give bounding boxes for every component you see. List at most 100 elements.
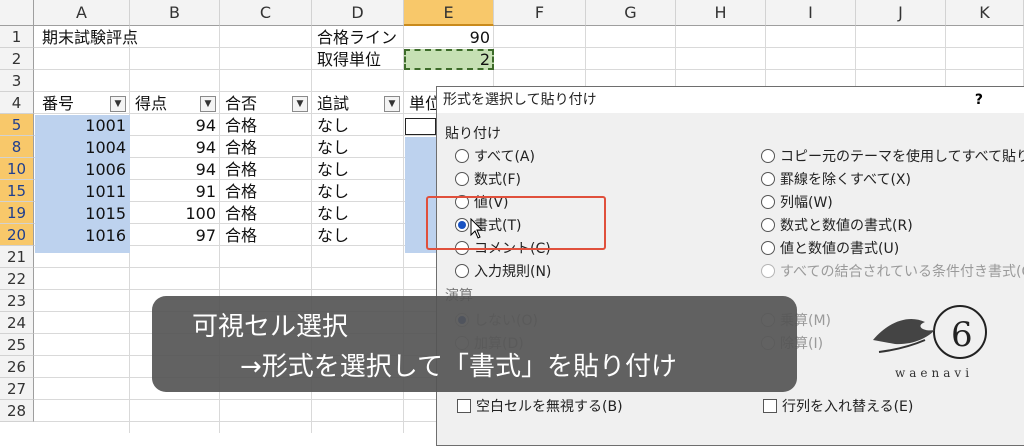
checkbox-icon bbox=[763, 399, 777, 413]
cell-id[interactable]: 1006 bbox=[34, 159, 130, 180]
filter-dropdown-icon[interactable]: ▼ bbox=[384, 96, 400, 112]
column-header-f[interactable]: F bbox=[494, 0, 586, 26]
dialog-title: 形式を選択して貼り付け bbox=[437, 87, 1024, 113]
row-header[interactable]: 3 bbox=[0, 70, 34, 92]
cell-id[interactable]: 1001 bbox=[34, 115, 130, 136]
cell-score[interactable]: 94 bbox=[130, 137, 220, 158]
column-header-k[interactable]: K bbox=[946, 0, 1024, 26]
row-header[interactable]: 8 bbox=[0, 136, 34, 158]
sheet-title[interactable]: 期末試験評点 bbox=[38, 27, 142, 48]
row-header[interactable]: 10 bbox=[0, 158, 34, 180]
cell-result[interactable]: 合格 bbox=[221, 225, 311, 246]
radio-label: 罫線を除くすべて(X) bbox=[780, 172, 911, 188]
pass-line-value[interactable]: 90 bbox=[404, 27, 494, 48]
waenavi-logo: 6 waenavi bbox=[865, 300, 1005, 390]
column-header-d[interactable]: D bbox=[312, 0, 404, 26]
cell-score[interactable]: 94 bbox=[130, 115, 220, 136]
radio-option[interactable]: すべて(A) bbox=[455, 147, 535, 167]
cell-retest[interactable]: なし bbox=[313, 159, 403, 180]
transpose-checkbox[interactable]: 行列を入れ替える(E) bbox=[763, 397, 913, 417]
row-header[interactable]: 20 bbox=[0, 224, 34, 246]
column-header-a[interactable]: A bbox=[34, 0, 130, 26]
filter-active-icon[interactable]: ▼ bbox=[292, 96, 308, 112]
cell-score[interactable]: 94 bbox=[130, 159, 220, 180]
radio-label: 数式と数値の書式(R) bbox=[780, 218, 913, 234]
radio-icon bbox=[455, 172, 469, 186]
radio-option[interactable]: 罫線を除くすべて(X) bbox=[761, 170, 911, 190]
radio-label: コピー元のテーマを使用してすべて貼り付け bbox=[780, 149, 1024, 165]
radio-option[interactable]: 数式(F) bbox=[455, 170, 521, 190]
cell-result[interactable]: 合格 bbox=[221, 159, 311, 180]
cell-id[interactable]: 1011 bbox=[34, 181, 130, 202]
radio-label: 数式(F) bbox=[474, 172, 521, 188]
radio-option[interactable]: 値と数値の書式(U) bbox=[761, 239, 899, 259]
header-id[interactable]: 番号 bbox=[38, 93, 78, 114]
select-all-corner[interactable] bbox=[0, 0, 34, 26]
radio-option[interactable]: 入力規則(N) bbox=[455, 262, 551, 282]
cell-id[interactable]: 1016 bbox=[34, 225, 130, 246]
cell-score[interactable]: 91 bbox=[130, 181, 220, 202]
cell-result[interactable]: 合格 bbox=[221, 137, 311, 158]
active-cell[interactable] bbox=[405, 118, 436, 135]
header-score[interactable]: 得点 bbox=[131, 93, 171, 114]
row-header[interactable]: 4 bbox=[0, 92, 34, 114]
row-header[interactable]: 15 bbox=[0, 180, 34, 202]
grid-row bbox=[34, 26, 1024, 48]
cell-retest[interactable]: なし bbox=[313, 137, 403, 158]
header-result[interactable]: 合否 bbox=[221, 93, 261, 114]
row-header[interactable]: 2 bbox=[0, 48, 34, 70]
row-header[interactable]: 24 bbox=[0, 312, 34, 334]
skip-blanks-label: 空白セルを無視する(B) bbox=[476, 399, 623, 415]
radio-label: すべて(A) bbox=[474, 149, 535, 165]
radio-icon bbox=[761, 264, 775, 278]
radio-option[interactable]: 列幅(W) bbox=[761, 193, 833, 213]
row-header[interactable]: 21 bbox=[0, 246, 34, 268]
column-header-h[interactable]: H bbox=[676, 0, 766, 26]
checkbox-icon bbox=[457, 399, 471, 413]
radio-option: すべての結合されている条件付き書式(G) bbox=[761, 262, 1024, 282]
cell-score[interactable]: 97 bbox=[130, 225, 220, 246]
cell-retest[interactable]: なし bbox=[313, 115, 403, 136]
paste-section-label: 貼り付け bbox=[445, 126, 501, 142]
cell-id[interactable]: 1015 bbox=[34, 203, 130, 224]
cell-retest[interactable]: なし bbox=[313, 203, 403, 224]
column-header-g[interactable]: G bbox=[586, 0, 676, 26]
unit-value-cell[interactable]: 2 bbox=[404, 49, 494, 70]
column-header-e[interactable]: E bbox=[404, 0, 494, 26]
row-header[interactable]: 1 bbox=[0, 26, 34, 48]
cell-id[interactable]: 1004 bbox=[34, 137, 130, 158]
row-header[interactable]: 22 bbox=[0, 268, 34, 290]
cell-score[interactable]: 100 bbox=[130, 203, 220, 224]
radio-label: すべての結合されている条件付き書式(G) bbox=[780, 264, 1024, 280]
row-header[interactable]: 5 bbox=[0, 114, 34, 136]
column-header-b[interactable]: B bbox=[130, 0, 220, 26]
radio-icon bbox=[455, 264, 469, 278]
filter-dropdown-icon[interactable]: ▼ bbox=[200, 96, 216, 112]
column-header-j[interactable]: J bbox=[856, 0, 946, 26]
unit-label[interactable]: 取得単位 bbox=[313, 49, 385, 70]
row-header[interactable]: 27 bbox=[0, 378, 34, 400]
radio-icon bbox=[761, 172, 775, 186]
row-header[interactable]: 19 bbox=[0, 202, 34, 224]
cell-retest[interactable]: なし bbox=[313, 181, 403, 202]
header-retest[interactable]: 追試 bbox=[313, 93, 353, 114]
filter-dropdown-icon[interactable]: ▼ bbox=[110, 96, 126, 112]
column-header-c[interactable]: C bbox=[220, 0, 312, 26]
highlight-box bbox=[426, 196, 606, 250]
row-header[interactable]: 26 bbox=[0, 356, 34, 378]
row-header[interactable]: 25 bbox=[0, 334, 34, 356]
radio-option[interactable]: 数式と数値の書式(R) bbox=[761, 216, 913, 236]
help-button[interactable]: ? bbox=[975, 87, 983, 113]
column-header-i[interactable]: I bbox=[766, 0, 856, 26]
radio-option[interactable]: コピー元のテーマを使用してすべて貼り付け bbox=[761, 147, 1024, 167]
row-header[interactable]: 28 bbox=[0, 400, 34, 422]
cell-retest[interactable]: なし bbox=[313, 225, 403, 246]
radio-icon bbox=[761, 195, 775, 209]
paste-special-dialog: 形式を選択して貼り付け ? 貼り付け すべて(A) 数式(F) 値(V) 書式(T) コ… bbox=[436, 86, 1024, 446]
cell-result[interactable]: 合格 bbox=[221, 203, 311, 224]
cell-result[interactable]: 合格 bbox=[221, 115, 311, 136]
row-header[interactable]: 23 bbox=[0, 290, 34, 312]
skip-blanks-checkbox[interactable]: 空白セルを無視する(B) bbox=[457, 397, 623, 417]
cell-result[interactable]: 合格 bbox=[221, 181, 311, 202]
pass-line-label[interactable]: 合格ライン bbox=[313, 27, 401, 48]
